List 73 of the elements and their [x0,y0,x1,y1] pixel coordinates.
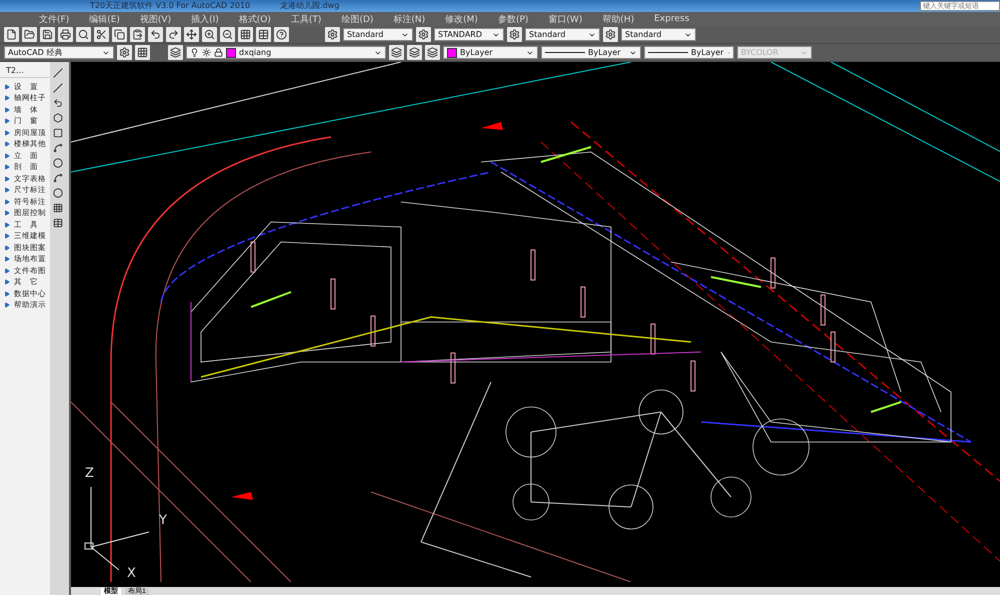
style-value: Standard [529,30,566,39]
rectangle-icon[interactable] [51,126,65,139]
style-icon[interactable] [507,27,522,42]
style-icon[interactable] [603,27,618,42]
axis-label: X [127,567,136,581]
menu-item[interactable]: 参数(P) [488,12,538,26]
line-sample-icon [545,52,585,53]
style-value: Standard [625,30,662,39]
menu-item[interactable]: 文件(F) [30,12,78,26]
color-value: ByLayer [460,48,494,57]
polygon-icon[interactable] [51,111,65,124]
axis-label: Z [85,467,94,481]
color-dropdown[interactable]: ByLayer [443,46,538,59]
lock-icon[interactable] [214,48,223,57]
layer-tools-icon[interactable] [425,45,440,60]
save-icon[interactable] [40,27,55,42]
layer-dropdown[interactable]: dxqiang [186,46,386,59]
paste-icon[interactable] [130,27,145,42]
menu-item[interactable]: 修改(M) [436,12,487,26]
line-sample-icon [648,52,688,53]
layer-previous-icon[interactable] [407,45,422,60]
settings-icon[interactable] [117,45,132,60]
zoom-out-icon[interactable] [220,27,235,42]
grid-icon[interactable] [238,27,253,42]
style-value: Standard [347,30,384,39]
style-dropdown[interactable]: STANDARD [434,28,504,41]
folder-icon[interactable] [22,27,37,42]
workspace-dropdown[interactable]: AutoCAD 经典 [4,46,114,59]
lineweight-value: ByLayer [691,48,724,57]
redo-icon[interactable] [166,27,181,42]
sun-icon[interactable] [202,48,211,57]
style-dropdown[interactable]: Standard [343,28,413,41]
style-value: STANDARD [438,30,484,39]
menu-item[interactable]: 格式(O) [230,12,280,26]
menu-item[interactable]: 窗口(W) [539,12,592,26]
window-title: T20天正建筑软件 V3.0 For AutoCAD 2010 [90,1,250,11]
menu-item[interactable]: 插入(I) [182,12,228,26]
plot-style-value: BYCOLOR [741,48,780,57]
layer-name: dxqiang [239,48,272,57]
pan-icon[interactable] [184,27,199,42]
layer-state-icon[interactable] [389,45,404,60]
linetype-dropdown[interactable]: ByLayer [541,46,641,59]
circle-icon[interactable] [51,156,65,169]
scissors-icon[interactable] [94,27,109,42]
workspace-value: AutoCAD 经典 [8,47,64,58]
menu-item[interactable]: 标注(N) [384,12,434,26]
arc-icon[interactable] [51,141,65,154]
lineweight-dropdown[interactable]: ByLayer [644,46,734,59]
lightbulb-icon[interactable] [190,48,199,57]
search-icon[interactable] [76,27,91,42]
new-file-icon[interactable] [4,27,19,42]
style-icon[interactable] [325,27,340,42]
table-icon[interactable] [256,27,271,42]
style-dropdown[interactable]: Standard [525,28,600,41]
printer-icon[interactable] [58,27,73,42]
menu-item[interactable]: Express [645,14,698,24]
menu-item[interactable]: 绘图(D) [332,12,382,26]
menu-item[interactable]: 工具(T) [282,12,330,26]
help-icon[interactable] [274,27,289,42]
style-icon[interactable] [416,27,431,42]
menu-item[interactable]: 编辑(E) [80,12,129,26]
file-name: 龙港幼儿园.dwg [280,1,340,11]
zoom-in-icon[interactable] [202,27,217,42]
grid-icon[interactable] [135,45,150,60]
menu-item[interactable]: 帮助(H) [593,12,644,26]
layers-icon[interactable] [168,45,183,60]
copy-icon[interactable] [112,27,127,42]
undo-icon[interactable] [148,27,163,42]
style-dropdown[interactable]: Standard [621,28,696,41]
table-icon[interactable] [51,216,65,229]
line-icon[interactable] [51,66,65,79]
menu-item[interactable]: 视图(V) [130,12,180,26]
linetype-value: ByLayer [588,48,622,57]
